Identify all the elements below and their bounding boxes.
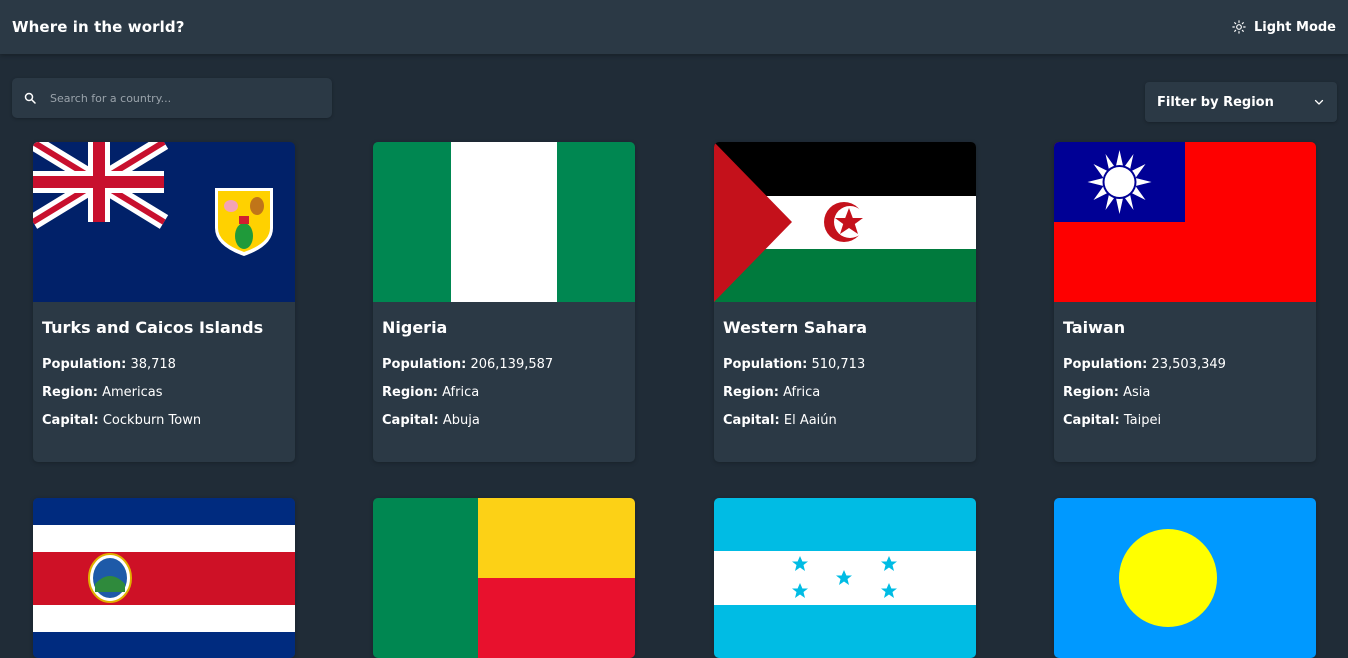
- country-card-benin[interactable]: [373, 498, 635, 658]
- benin-flag: [373, 498, 635, 658]
- population-info: Population: 23,503,349: [1063, 351, 1307, 379]
- capital-info: Capital: Abuja: [382, 407, 626, 435]
- country-card-honduras[interactable]: [714, 498, 976, 658]
- capital-label: Capital:: [42, 413, 99, 428]
- search-bar[interactable]: [12, 78, 332, 118]
- region-value: Africa: [442, 385, 480, 400]
- nigeria-flag: [373, 142, 635, 302]
- capital-value: Taipei: [1123, 413, 1162, 428]
- costa-rica-flag: [33, 498, 295, 658]
- card-body: Western Sahara Population: 510,713 Regio…: [714, 302, 976, 459]
- population-label: Population:: [42, 357, 127, 372]
- region-info: Region: Asia: [1063, 379, 1307, 407]
- region-info: Region: Africa: [723, 379, 967, 407]
- population-value: 23,503,349: [1151, 357, 1226, 372]
- region-value: Africa: [783, 385, 821, 400]
- country-name: Nigeria: [382, 318, 448, 337]
- card-body: Turks and Caicos Islands Population: 38,…: [33, 302, 295, 459]
- app-header: Where in the world? Light Mode: [0, 0, 1348, 54]
- capital-info: Capital: Taipei: [1063, 407, 1307, 435]
- population-info: Population: 206,139,587: [382, 351, 626, 379]
- country-name: Taiwan: [1063, 318, 1126, 337]
- capital-label: Capital:: [723, 413, 780, 428]
- country-name: Western Sahara: [723, 318, 867, 337]
- population-value: 38,718: [130, 357, 176, 372]
- search-input[interactable]: [50, 91, 320, 105]
- taiwan-flag: [1054, 142, 1316, 302]
- capital-value: Cockburn Town: [102, 413, 202, 428]
- population-label: Population:: [382, 357, 467, 372]
- honduras-flag: [714, 498, 976, 658]
- capital-info: Capital: Cockburn Town: [42, 407, 286, 435]
- population-value: 510,713: [811, 357, 866, 372]
- region-label: Region:: [1063, 385, 1119, 400]
- region-info: Region: Africa: [382, 379, 626, 407]
- population-label: Population:: [1063, 357, 1148, 372]
- card-body: Nigeria Population: 206,139,587 Region: …: [373, 302, 635, 459]
- country-card-palau[interactable]: [1054, 498, 1316, 658]
- western-sahara-flag: [714, 142, 976, 302]
- capital-info: Capital: El Aaiún: [723, 407, 967, 435]
- country-card-turks-and-caicos[interactable]: Turks and Caicos Islands Population: 38,…: [33, 142, 295, 462]
- theme-toggle-label: Light Mode: [1253, 19, 1336, 35]
- region-filter-label: Filter by Region: [1157, 94, 1274, 110]
- sun-icon: [1232, 20, 1246, 34]
- region-label: Region:: [42, 385, 98, 400]
- capital-value: Abuja: [442, 413, 480, 428]
- region-value: Americas: [102, 385, 163, 400]
- capital-value: El Aaiún: [783, 413, 837, 428]
- app-title[interactable]: Where in the world?: [12, 18, 185, 36]
- capital-label: Capital:: [1063, 413, 1120, 428]
- population-label: Population:: [723, 357, 808, 372]
- region-value: Asia: [1123, 385, 1151, 400]
- country-card-western-sahara[interactable]: Western Sahara Population: 510,713 Regio…: [714, 142, 976, 462]
- country-name: Turks and Caicos Islands: [42, 318, 264, 337]
- card-body: Taiwan Population: 23,503,349 Region: As…: [1054, 302, 1316, 459]
- population-info: Population: 38,718: [42, 351, 286, 379]
- capital-label: Capital:: [382, 413, 439, 428]
- region-info: Region: Americas: [42, 379, 286, 407]
- palau-flag: [1054, 498, 1316, 658]
- population-value: 206,139,587: [470, 357, 554, 372]
- theme-toggle-button[interactable]: Light Mode: [1232, 20, 1336, 35]
- region-label: Region:: [723, 385, 779, 400]
- population-info: Population: 510,713: [723, 351, 967, 379]
- turks-and-caicos-flag: [33, 142, 295, 302]
- chevron-down-icon: [1314, 99, 1324, 105]
- search-icon: [24, 92, 36, 104]
- region-label: Region:: [382, 385, 438, 400]
- country-card-costa-rica[interactable]: [33, 498, 295, 658]
- country-card-nigeria[interactable]: Nigeria Population: 206,139,587 Region: …: [373, 142, 635, 462]
- country-card-taiwan[interactable]: Taiwan Population: 23,503,349 Region: As…: [1054, 142, 1316, 462]
- region-filter-dropdown[interactable]: Filter by Region: [1145, 82, 1337, 122]
